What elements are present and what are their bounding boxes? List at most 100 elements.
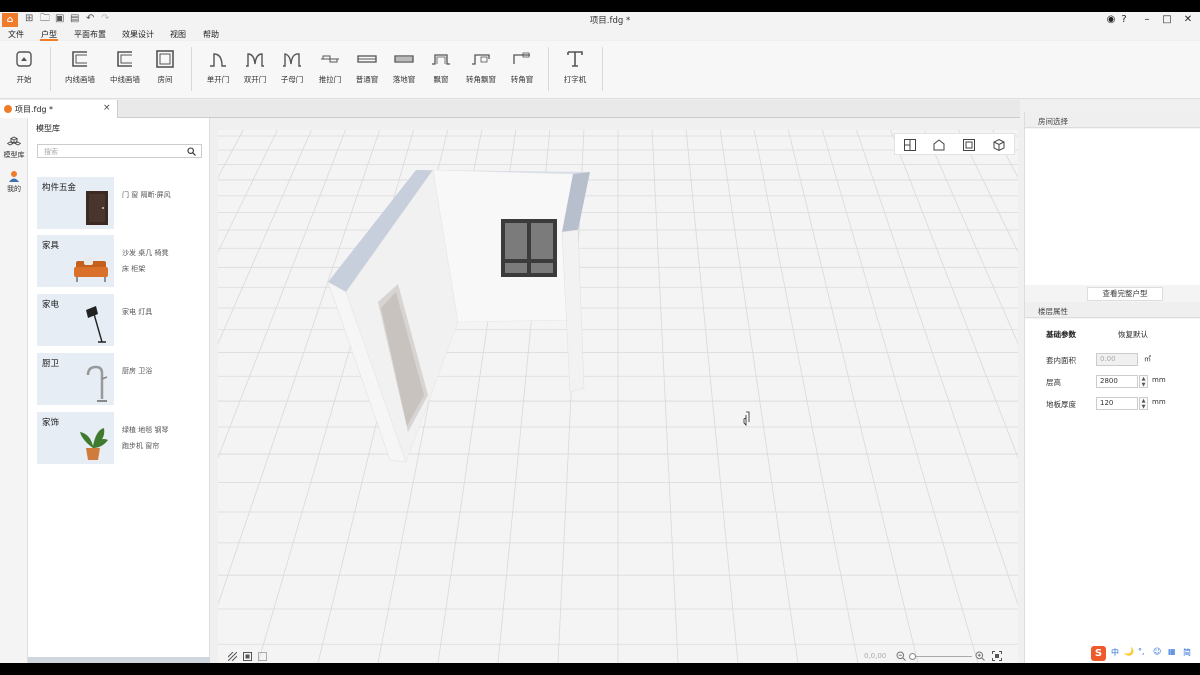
category-sub-appliances[interactable]: 家电 灯具 [122,307,152,317]
category-card-hardware[interactable]: 构件五金 [37,177,114,229]
area-input: 0.00 [1096,353,1138,366]
floor-thickness-unit: mm [1152,398,1166,406]
undo-icon[interactable]: ↶ [86,12,94,26]
room-select-area[interactable] [1025,129,1200,285]
center-wall-button[interactable]: 中线画墙 [103,47,147,91]
menu-view[interactable]: 视图 [170,29,186,40]
new-file-icon[interactable]: ⊞ [25,12,33,26]
inner-wall-button[interactable]: 内线画墙 [58,47,102,91]
rail-item-mine[interactable]: 我的 [0,170,28,194]
field-label-area: 套内面积 [1046,356,1076,365]
app-window: ⌂ ⊞ 🗀 ▣ ▤ ↶ ↷ 项目.fdg * ◉ ? – □ ✕ 文件 户型 平… [0,12,1200,663]
floorplan-view-icon[interactable] [903,138,917,152]
ime-logo-icon[interactable]: S [1091,646,1106,661]
category-sub-furniture-1[interactable]: 沙发 桌几 椅凳 [122,248,168,258]
maximize-icon[interactable]: □ [1160,13,1174,27]
sliding-door-icon [321,55,339,63]
zoom-in-icon[interactable] [975,651,985,661]
open-folder-icon[interactable]: 🗀 [40,12,50,26]
ribbon-separator [191,47,192,91]
zoom-slider-track[interactable] [910,656,972,657]
tab-restore-defaults[interactable]: 恢复默认 [1118,329,1148,340]
scene-canvas[interactable] [218,130,1018,663]
cubes-icon [7,136,21,146]
grid-line [685,130,739,663]
category-sub-decor-1[interactable]: 绿植 地毯 钢琴 [122,425,168,435]
zoom-out-icon[interactable] [896,651,906,661]
category-card-appliances[interactable]: 家电 [37,294,114,346]
menu-effects[interactable]: 效果设计 [122,29,154,40]
floor-props-header: 楼层属性 [1025,302,1200,318]
inner-wall-icon [72,51,87,67]
ime-simplified-toggle[interactable]: 简 [1183,647,1191,658]
ime-punctuation-icon[interactable]: °, [1138,647,1145,656]
ime-emoji-icon[interactable]: ☺ [1153,647,1161,656]
room-view-icon[interactable] [962,138,976,152]
start-button[interactable]: 开始 [2,47,46,91]
library-search-input[interactable]: 搜索 [37,144,202,158]
text-tool-button[interactable]: 打字机 [553,47,597,91]
grid-line [787,130,919,663]
zoom-slider-handle[interactable] [909,653,916,660]
category-sub-decor-2[interactable]: 跑步机 窗帘 [122,441,159,451]
room-button[interactable]: 房间 [143,47,187,91]
ime-chinese-toggle[interactable]: 中 [1111,647,1119,658]
fit-view-icon[interactable] [992,651,1002,661]
app-logo-icon[interactable]: ⌂ [2,13,18,27]
title-bar: ⌂ ⊞ 🗀 ▣ ▤ ↶ ↷ 项目.fdg * ◉ ? – □ ✕ [0,12,1200,28]
category-sub-hardware[interactable]: 门 窗 隔断·屏风 [122,190,171,200]
3d-viewport[interactable]: 0,0,00 [218,130,1018,663]
user-icon [9,171,19,182]
close-window-icon[interactable]: ✕ [1181,13,1195,27]
room-icon [156,50,174,68]
floor-height-input[interactable]: 2800 [1096,375,1138,388]
rail-item-model-library[interactable]: 模型库 [0,136,28,160]
document-tab[interactable]: 项目.fdg * × [0,100,118,118]
help-icon[interactable]: ? [1117,13,1131,27]
floor-thickness-stepper[interactable]: ▲ ▼ [1139,397,1148,410]
floor-height-stepper[interactable]: ▲ ▼ [1139,375,1148,388]
grid-toggle-icon[interactable] [228,652,237,661]
floor-thickness-input[interactable]: 120 [1096,397,1138,410]
start-icon [16,51,32,67]
left-rail: 模型库 我的 [0,118,28,663]
image-toggle-icon[interactable] [258,652,267,661]
category-sub-furniture-2[interactable]: 床 柜架 [122,264,145,274]
search-icon[interactable] [187,147,196,156]
grid-line [719,130,799,663]
ribbon-separator [602,47,603,91]
grid-line [924,130,1018,345]
corner-bay-window-button[interactable]: 转角飘窗 [459,47,503,91]
save-as-icon[interactable]: ▤ [70,12,79,26]
ime-moon-icon[interactable]: 🌙 [1124,647,1134,656]
snap-toggle-icon[interactable] [243,652,252,661]
category-card-kitchen-bath[interactable]: 厨卫 [37,353,114,405]
corner-window-button[interactable]: 转角窗 [500,47,544,91]
menu-layout[interactable]: 平面布置 [74,29,106,40]
screen-bottom-border [0,663,1200,675]
plant-thumb [80,428,108,460]
room-model[interactable] [327,169,590,463]
category-card-furniture[interactable]: 家具 [37,235,114,287]
view-full-floorplan-button[interactable]: 查看完整户型 [1087,287,1163,301]
tab-basic-params[interactable]: 基础参数 [1046,329,1076,340]
bay-window-button[interactable]: 飘窗 [419,47,463,91]
field-label-floor-height: 层高 [1046,378,1061,387]
menu-help[interactable]: 帮助 [203,29,219,40]
view-mode-toolbar [894,133,1015,155]
corner-window-icon [513,52,530,64]
grid-line [218,130,380,606]
category-card-decor[interactable]: 家饰 [37,412,114,464]
right-panel: 房间选择 查看完整户型 楼层属性 基础参数 恢复默认 套内面积 0.00 ㎡ 层… [1024,112,1200,663]
redo-icon[interactable]: ↷ [101,12,109,26]
save-icon[interactable]: ▣ [55,12,64,26]
3d-view-icon[interactable] [992,138,1006,152]
ime-keyboard-icon[interactable]: ▦ [1168,647,1176,656]
category-sub-kitchen-bath[interactable]: 厨房 卫浴 [122,366,152,376]
close-tab-icon[interactable]: × [103,103,111,113]
account-icon[interactable]: ◉ [1104,13,1118,27]
menu-file[interactable]: 文件 [8,29,24,40]
house-view-icon[interactable] [932,138,946,152]
grid-line [218,130,278,253]
minimize-icon[interactable]: – [1140,13,1154,27]
